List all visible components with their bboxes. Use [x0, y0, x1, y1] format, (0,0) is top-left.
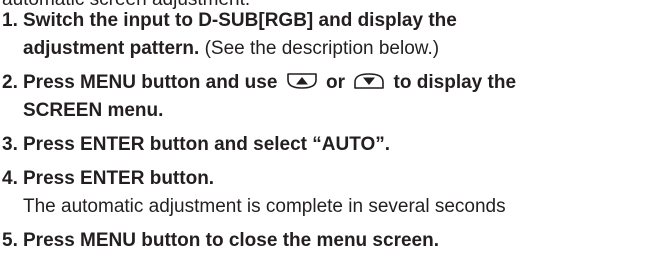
- step-text: Switch the input to D-SUB[RGB] and displ…: [23, 10, 457, 31]
- step-5: 5. Press MENU button to close the menu s…: [2, 227, 650, 255]
- up-arrow-button-icon: [285, 71, 319, 91]
- step-number: 2.: [2, 72, 18, 93]
- instruction-steps: 1. Switch the input to D-SUB[RGB] and di…: [2, 7, 650, 261]
- step-4: 4. Press ENTER button. The automatic adj…: [2, 165, 650, 221]
- step-text: Press MENU button to close the menu scre…: [23, 230, 439, 251]
- step-text-continued: SCREEN menu.: [23, 100, 164, 121]
- down-arrow-button-icon: [352, 71, 386, 91]
- step-number: 3.: [2, 134, 18, 155]
- step-description: The automatic adjustment is complete in …: [23, 196, 506, 217]
- step-number: 1.: [2, 10, 18, 31]
- step-number: 5.: [2, 230, 18, 251]
- step-text-continued: adjustment pattern.: [23, 38, 200, 59]
- step-3: 3. Press ENTER button and select “AUTO”.: [2, 131, 650, 159]
- step-1: 1. Switch the input to D-SUB[RGB] and di…: [2, 7, 650, 63]
- step-2: 2. Press MENU button and use or to displ…: [2, 69, 650, 125]
- step-text-after: to display the: [388, 72, 517, 93]
- step-text-or: or: [320, 72, 351, 93]
- step-text: Press ENTER button and select “AUTO”.: [23, 134, 391, 155]
- step-number: 4.: [2, 168, 18, 189]
- step-note: (See the description below.): [199, 38, 440, 59]
- step-text: Press ENTER button.: [23, 168, 215, 189]
- step-text: Press MENU button and use: [23, 72, 283, 93]
